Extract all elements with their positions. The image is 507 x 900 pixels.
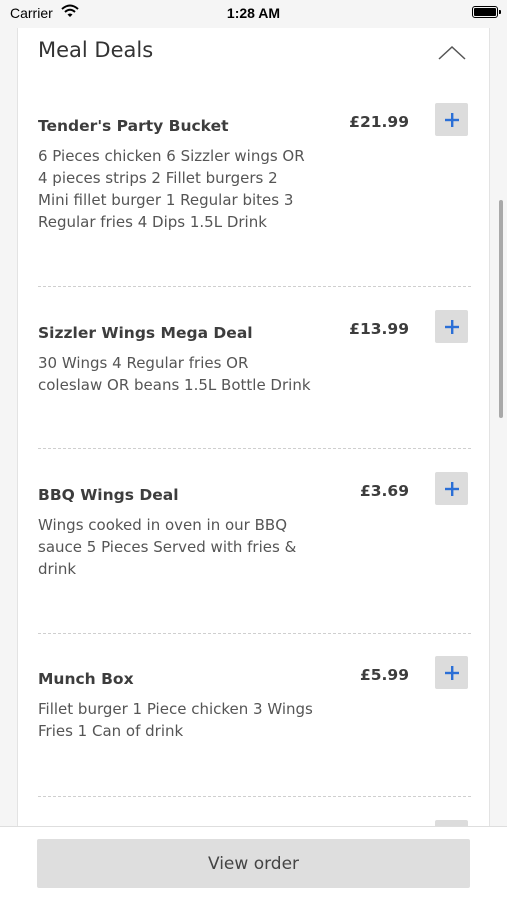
divider [38, 633, 471, 634]
divider [38, 796, 471, 797]
add-item-button[interactable] [435, 310, 468, 343]
scrollbar[interactable] [499, 200, 503, 418]
plus-icon [444, 112, 459, 127]
divider [38, 286, 471, 287]
item-price: £5.99 [359, 666, 409, 684]
meal-deals-card: Meal Deals Tender's Party Bucket £21.99 … [17, 28, 490, 826]
status-time: 1:28 AM [226, 5, 281, 21]
bottom-bar: View order [0, 826, 507, 900]
plus-icon [444, 319, 459, 334]
chevron-up-icon[interactable] [436, 42, 468, 64]
item-name: BBQ Wings Deal [38, 486, 179, 504]
item-price: £13.99 [349, 320, 409, 338]
item-name: Tender's Party Bucket [38, 117, 229, 135]
view-order-button[interactable]: View order [37, 839, 470, 888]
divider [38, 448, 471, 449]
section-title: Meal Deals [38, 38, 154, 62]
plus-icon [444, 481, 459, 496]
item-name: Munch Box [38, 670, 134, 688]
add-item-button[interactable] [435, 472, 468, 505]
item-price: £3.69 [359, 482, 409, 500]
item-price: £21.99 [349, 113, 409, 131]
plus-icon [444, 665, 459, 680]
status-bar: Carrier 1:28 AM [0, 0, 507, 28]
add-item-button[interactable] [435, 103, 468, 136]
item-description: Fillet burger 1 Piece chicken 3 Wings Fr… [38, 700, 313, 740]
add-item-button[interactable] [435, 656, 468, 689]
battery-icon [472, 6, 501, 18]
item-name: Sizzler Wings Mega Deal [38, 324, 253, 342]
item-description: Wings cooked in oven in our BBQ sauce 5 … [38, 516, 297, 578]
item-description: 6 Pieces chicken 6 Sizzler wings OR 4 pi… [38, 147, 305, 231]
item-description: 30 Wings 4 Regular fries OR coleslaw OR … [38, 354, 311, 394]
